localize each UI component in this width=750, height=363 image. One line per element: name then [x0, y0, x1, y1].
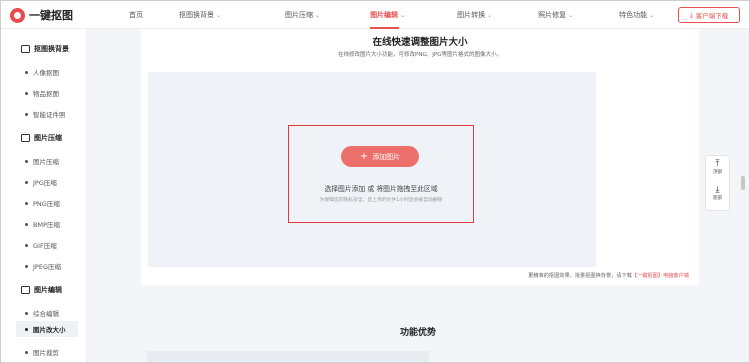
nav-item-label: 图片编辑 — [370, 11, 399, 19]
sidebar-item-id-photo[interactable]: 智能证件照 — [25, 109, 66, 119]
sidebar-group-label: 图片压缩 — [34, 134, 62, 142]
sidebar-group-cutout[interactable]: 抠图换背景 — [21, 44, 69, 54]
tool-card: 在线快速调整图片大小 在线修改图片大小功能，可修改PNG、JPG等图片格式的图像… — [141, 29, 699, 285]
main-content: 在线快速调整图片大小 在线修改图片大小功能，可修改PNG、JPG等图片格式的图像… — [87, 29, 749, 362]
bullet-icon — [25, 91, 28, 95]
download-icon: ⤓ — [689, 10, 693, 19]
nav-item-label: 图片转换 — [457, 11, 486, 19]
cutout-icon — [21, 45, 30, 53]
add-image-label: 添加图片 — [372, 152, 401, 161]
bullet-icon — [25, 112, 28, 116]
nav-item-convert[interactable]: 图片转换 ⌄ — [457, 1, 492, 29]
nav-item-label: 首页 — [129, 11, 143, 19]
main-nav: 首页抠图换背景⌄图片压缩⌄图片编辑⌄图片转换⌄照片修复⌄特色功能⌄客户端⌄常见问… — [129, 1, 749, 29]
chevron-down-icon: ⌄ — [649, 11, 655, 19]
sidebar-item-label: 图片改大小 — [33, 326, 66, 334]
brand-name: 一键抠图 — [29, 9, 73, 22]
page-subtitle: 在线修改图片大小功能，可修改PNG、JPG等图片格式的图像大小。 — [338, 52, 502, 58]
sidebar-item-portrait-cutout[interactable]: 人像抠图 — [25, 67, 59, 77]
bullet-icon — [25, 327, 28, 331]
arrow-up-icon: ⤒ — [715, 159, 720, 169]
chevron-down-icon: ⌄ — [216, 11, 222, 19]
chevron-down-icon: ⌄ — [400, 11, 406, 19]
sidebar-group-label: 图片编辑 — [34, 286, 62, 294]
page-scrollbar[interactable] — [741, 176, 745, 190]
bullet-icon — [25, 201, 28, 205]
sidebar-group-edit[interactable]: 图片编辑 — [21, 285, 62, 295]
privacy-note: 为保障您的隐私安全，您上传的文件1小时后会被自动删除 — [319, 198, 443, 203]
download-promo-text: 更精准的抠图效果、批量抠图换背景，请下载 — [528, 273, 632, 279]
sidebar-item-label: 智能证件照 — [33, 111, 66, 119]
add-image-button[interactable]: + 添加图片 — [341, 146, 419, 167]
nav-item-compress[interactable]: 图片压缩 ⌄ — [285, 1, 320, 29]
chevron-down-icon: ⌄ — [315, 11, 321, 19]
sidebar-item-image-compress[interactable]: 图片压缩 — [25, 156, 59, 166]
upload-hint: 选择图片添加 或 将图片拖拽至此区域 — [324, 185, 438, 193]
sidebar-item-object-cutout[interactable]: 物品抠图 — [25, 88, 59, 98]
nav-item-special[interactable]: 特色功能 ⌄ — [619, 1, 654, 29]
sidebar-item-resize[interactable]: 图片改大小 — [16, 321, 78, 337]
sidebar-item-gif-compress[interactable]: GIF压缩 — [25, 240, 57, 250]
client-download-label: 客户端下载 — [695, 12, 729, 20]
sidebar-item-label: BMP压缩 — [33, 221, 60, 229]
upload-drop-zone[interactable]: + 添加图片 选择图片添加 或 将图片拖拽至此区域 为保障您的隐私安全，您上传的… — [148, 72, 596, 267]
sidebar-item-label: 人像抠图 — [33, 69, 59, 77]
bullet-icon — [25, 180, 28, 184]
sidebar-item-label: GIF压缩 — [33, 242, 57, 250]
features-preview-strip — [147, 351, 429, 362]
sidebar-item-jpeg-compress[interactable]: JPEG压缩 — [25, 261, 61, 271]
page-title: 在线快速调整图片大小 — [372, 37, 468, 48]
bullet-icon — [25, 159, 28, 163]
nav-item-label: 图片压缩 — [285, 11, 314, 19]
go-to-bottom-button[interactable]: ⤓ 底部 — [706, 185, 729, 202]
nav-item-edit[interactable]: 图片编辑 ⌄ — [370, 1, 405, 29]
nav-item-repair[interactable]: 照片修复 ⌄ — [538, 1, 573, 29]
client-download-button[interactable]: ⤓ 客户端下载 — [678, 7, 740, 23]
upload-highlight-box: + 添加图片 选择图片添加 或 将图片拖拽至此区域 为保障您的隐私安全，您上传的… — [288, 125, 474, 223]
sidebar: 抠图换背景 人像抠图 物品抠图 智能证件照 图片压缩 图片压缩 JPG压缩 PN… — [1, 29, 87, 362]
bullet-icon — [25, 311, 28, 315]
nav-item-label: 照片修复 — [538, 11, 567, 19]
sidebar-item-label: 图片裁剪 — [33, 349, 59, 357]
sidebar-item-png-compress[interactable]: PNG压缩 — [25, 198, 60, 208]
sidebar-item-label: JPG压缩 — [33, 179, 57, 187]
app-window: 一键抠图 首页抠图换背景⌄图片压缩⌄图片编辑⌄图片转换⌄照片修复⌄特色功能⌄客户… — [0, 0, 750, 363]
bullet-icon — [25, 222, 28, 226]
nav-item-label: 抠图换背景 — [179, 11, 214, 19]
bullet-icon — [25, 70, 28, 74]
sidebar-item-label: JPEG压缩 — [33, 263, 61, 271]
nav-item-label: 特色功能 — [619, 11, 648, 19]
arrow-down-icon: ⤓ — [715, 185, 720, 195]
sidebar-item-label: 图片压缩 — [33, 158, 59, 166]
compress-icon — [21, 134, 30, 142]
features-section-title: 功能优势 — [399, 328, 436, 338]
nav-item-cutout[interactable]: 抠图换背景 ⌄ — [179, 1, 221, 29]
chevron-down-icon: ⌄ — [568, 11, 574, 19]
back-to-top-button[interactable]: ⤒ 顶部 — [706, 159, 729, 176]
sidebar-item-label: 综合编辑 — [33, 310, 59, 318]
nav-item-home[interactable]: 首页 — [129, 1, 143, 29]
sidebar-item-crop[interactable]: 图片裁剪 — [25, 347, 59, 357]
sidebar-group-compress[interactable]: 图片压缩 — [21, 133, 62, 143]
sidebar-item-bmp-compress[interactable]: BMP压缩 — [25, 219, 60, 229]
bullet-icon — [25, 264, 28, 268]
floating-toolbar: ⤒ 顶部 ⤓ 底部 — [705, 155, 730, 211]
go-to-bottom-label: 底部 — [712, 196, 723, 201]
brand-logo[interactable]: 一键抠图 — [10, 7, 73, 23]
bullet-icon — [25, 350, 28, 354]
sidebar-item-general-edit[interactable]: 综合编辑 — [25, 308, 59, 318]
chevron-down-icon: ⌄ — [487, 11, 493, 19]
top-header: 一键抠图 首页抠图换背景⌄图片压缩⌄图片编辑⌄图片转换⌄照片修复⌄特色功能⌄客户… — [1, 1, 749, 29]
sidebar-item-label: 物品抠图 — [33, 90, 59, 98]
desktop-client-link[interactable]: 【一键抠图】电脑客户端 — [632, 273, 689, 279]
image-edit-icon — [21, 286, 30, 294]
plus-icon: + — [359, 150, 369, 162]
sidebar-group-label: 抠图换背景 — [34, 45, 69, 53]
bullet-icon — [25, 243, 28, 247]
sidebar-item-label: PNG压缩 — [33, 200, 60, 208]
sidebar-item-jpg-compress[interactable]: JPG压缩 — [25, 177, 57, 187]
logo-icon — [10, 7, 25, 23]
download-promo: 更精准的抠图效果、批量抠图换背景，请下载【一键抠图】电脑客户端 — [528, 272, 689, 279]
back-to-top-label: 顶部 — [712, 170, 723, 175]
